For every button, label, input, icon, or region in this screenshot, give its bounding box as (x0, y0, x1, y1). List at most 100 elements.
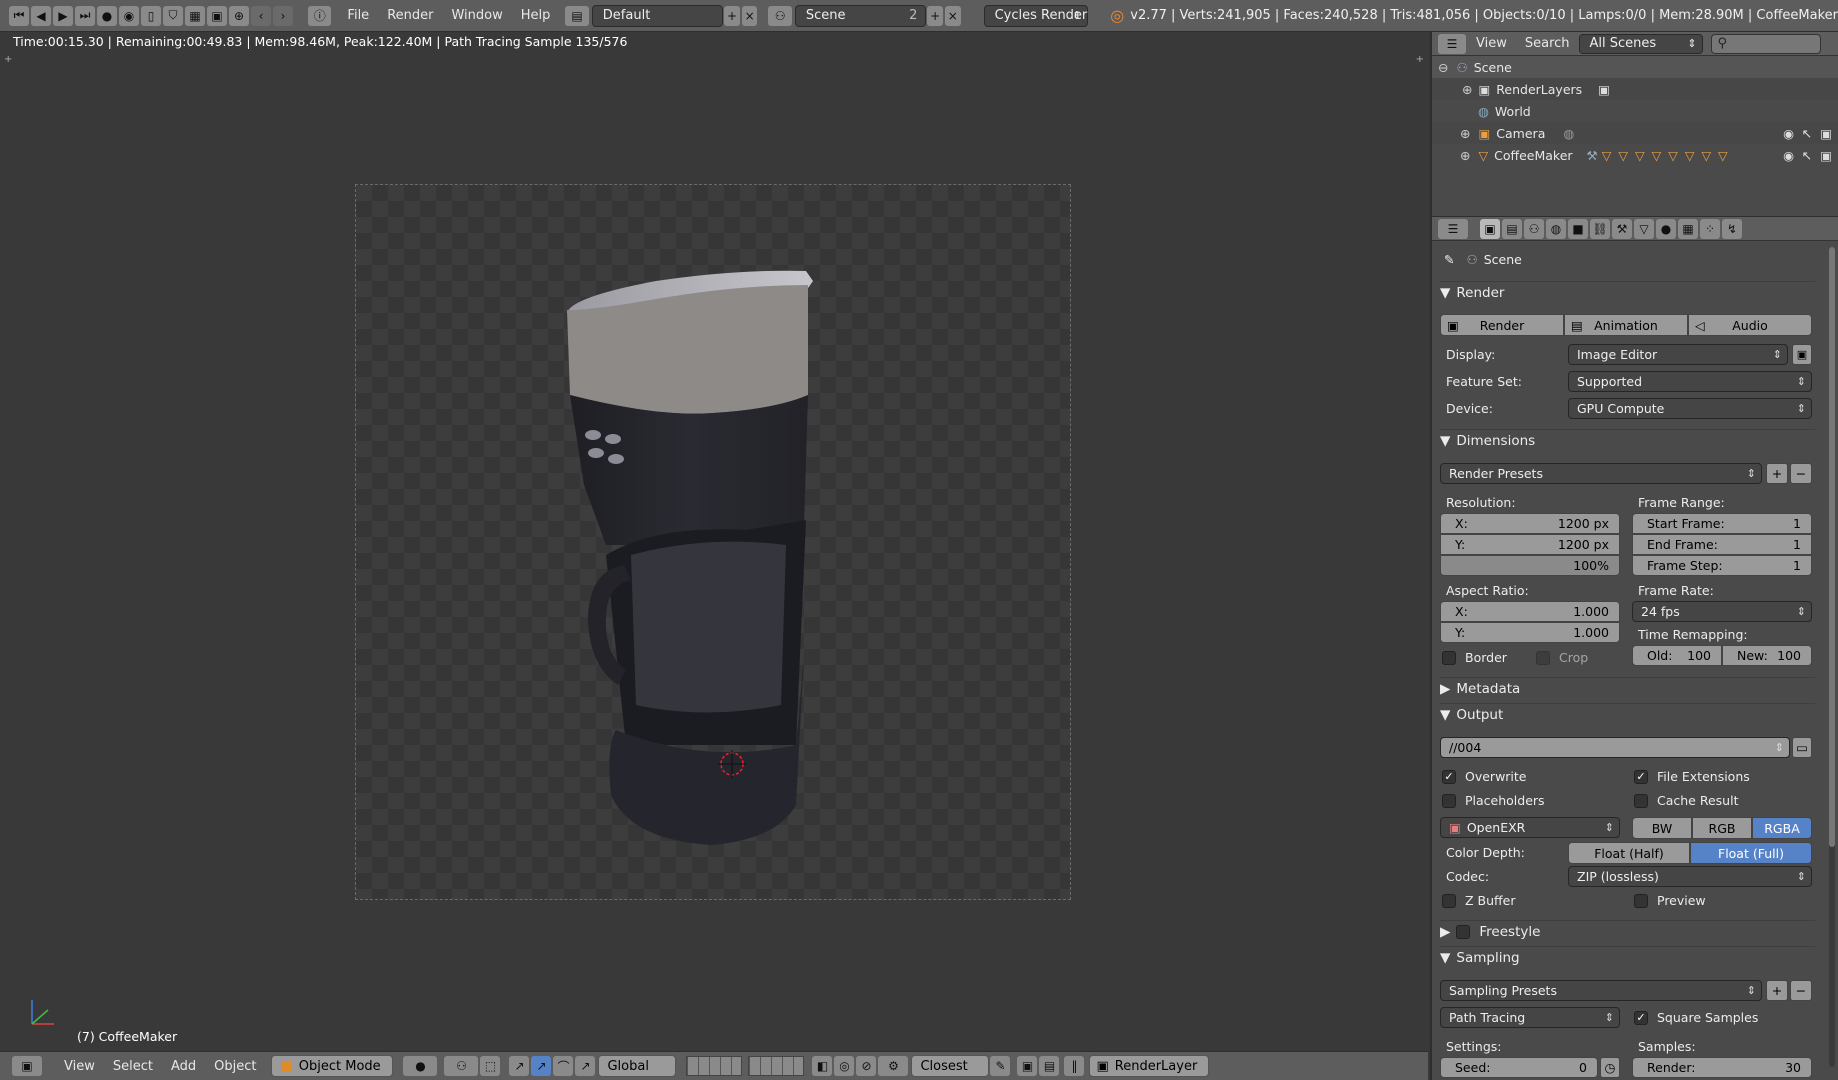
jump-end-icon[interactable]: ⏭ (75, 5, 95, 26)
outliner-search-input[interactable]: ⚲ (1710, 33, 1821, 54)
scene-tab-icon[interactable]: ⚇ (1524, 218, 1544, 239)
render-section-header[interactable]: ▼ Render (1440, 281, 1815, 303)
step-back-icon[interactable]: ◀ (31, 5, 51, 26)
frame-step-field[interactable]: Frame Step: 1 (1632, 555, 1812, 576)
layout-field[interactable]: Default (591, 4, 724, 27)
output-section-header[interactable]: ▼ Output (1440, 703, 1815, 725)
expand-icon[interactable]: ⊕ (1460, 126, 1470, 141)
mode-select[interactable]: ■ Object Mode (271, 1055, 394, 1077)
info-editor-icon[interactable]: ⓘ (308, 5, 332, 26)
border-checkbox[interactable]: Border (1442, 650, 1507, 665)
remap-old-field[interactable]: Old: 100 (1632, 645, 1722, 666)
codec-select[interactable]: ZIP (lossless) (1568, 866, 1812, 887)
outliner-item-scene[interactable]: ⊖ ⚇ Scene (1432, 56, 1838, 78)
select-arrow-icon[interactable]: ↖ (1802, 148, 1812, 163)
zbuffer-checkbox[interactable]: Z Buffer (1442, 893, 1515, 908)
render-layer-select[interactable]: ▣ RenderLayer (1089, 1055, 1210, 1077)
add-scene-icon[interactable]: + (927, 5, 943, 26)
remap-new-field[interactable]: New: 100 (1722, 645, 1812, 666)
menu-help[interactable]: Help (512, 8, 560, 23)
outliner-filter-select[interactable]: All Scenes ⇕ (1578, 33, 1703, 54)
outliner-menu-search[interactable]: Search (1516, 36, 1579, 51)
aspect-y-field[interactable]: Y: 1.000 (1440, 622, 1620, 643)
render-still-icon[interactable]: ▣ (1017, 1056, 1038, 1076)
sampling-section-header[interactable]: ▼ Sampling (1440, 946, 1815, 968)
data-tab-icon[interactable]: ▽ (1634, 218, 1654, 239)
scale-icon[interactable]: ⌒ (553, 1056, 574, 1076)
properties-editor-icon[interactable]: ☰ (1438, 218, 1468, 239)
pivot-icon[interactable]: ⚇ (444, 1056, 479, 1076)
resolution-y-field[interactable]: Y: 1200 px (1440, 534, 1620, 555)
menu-render[interactable]: Render (378, 8, 442, 23)
constraints-tab-icon[interactable]: ⛓ (1590, 218, 1610, 239)
align-icon[interactable]: ✎ (990, 1056, 1011, 1076)
overwrite-checkbox[interactable]: ✓ Overwrite (1442, 769, 1527, 784)
remove-scene-icon[interactable]: × (944, 5, 961, 26)
expand-icon[interactable]: ⊕ (1462, 82, 1472, 97)
menu-add[interactable]: Add (162, 1059, 205, 1074)
snap-element-icon[interactable]: ⚙ (878, 1056, 909, 1076)
move-icon[interactable]: ↗ (575, 1056, 596, 1076)
depth-full-button[interactable]: Float (Full) (1690, 842, 1812, 864)
outliner-editor-icon[interactable]: ☰ (1438, 33, 1466, 54)
aspect-x-field[interactable]: X: 1.000 (1440, 601, 1620, 622)
layers-grid-2[interactable] (748, 1056, 805, 1076)
render-anim-icon[interactable]: ▤ (1039, 1056, 1060, 1076)
render-icon[interactable]: ▣ (207, 5, 227, 26)
menu-window[interactable]: Window (442, 8, 511, 23)
object-tab-icon[interactable]: ■ (1568, 218, 1588, 239)
pause-icon[interactable]: ‖ (1064, 1056, 1085, 1076)
outliner-item-renderlayers[interactable]: ⊕ ▣ RenderLayers ▣ (1432, 78, 1838, 100)
crop-checkbox[interactable]: Crop (1536, 650, 1588, 665)
device-select[interactable]: GPU Compute (1568, 398, 1812, 419)
remove-preset-button[interactable]: − (1790, 463, 1812, 484)
screen-layout-icon[interactable]: ▤ (565, 5, 589, 26)
translate-icon[interactable]: ↗ (509, 1056, 530, 1076)
lock-interface-icon[interactable]: ▣ (1792, 344, 1812, 365)
output-path-input[interactable]: //004 (1440, 737, 1790, 758)
layers-grid[interactable] (686, 1056, 743, 1076)
freestyle-toggle[interactable] (1456, 924, 1471, 939)
preview-checkbox[interactable]: Preview (1634, 893, 1706, 908)
particles-tab-icon[interactable]: ⁘ (1700, 218, 1720, 239)
pin-icon[interactable]: ✎ (1444, 252, 1454, 267)
render-camera-icon[interactable]: ▣ (1820, 126, 1832, 141)
resolution-percent-slider[interactable]: 100% (1440, 555, 1620, 576)
file-extensions-checkbox[interactable]: ✓ File Extensions (1634, 769, 1750, 784)
color-rgba-button[interactable]: RGBA (1752, 817, 1812, 839)
next-icon[interactable]: › (273, 5, 293, 26)
resolution-x-field[interactable]: X: 1200 px (1440, 513, 1620, 534)
proportional-icon[interactable]: ◎ (834, 1056, 855, 1076)
jump-start-icon[interactable]: ⏮ (9, 5, 29, 26)
render-tab-icon[interactable]: ▣ (1480, 218, 1500, 239)
shading-icon[interactable]: ● (403, 1056, 438, 1076)
render-samples-field[interactable]: Render: 30 (1632, 1057, 1812, 1078)
square-samples-checkbox[interactable]: ✓ Square Samples (1634, 1010, 1758, 1025)
scene-field[interactable]: Scene 2 (794, 4, 927, 27)
play-icon[interactable]: ▶ (53, 5, 73, 26)
add-layout-icon[interactable]: + (724, 5, 740, 26)
scene-icon[interactable]: ⚇ (768, 5, 792, 26)
checker-icon[interactable]: ▦ (185, 5, 205, 26)
outliner-item-world[interactable]: ◍ World (1432, 100, 1838, 122)
dimensions-section-header[interactable]: ▼ Dimensions (1440, 429, 1815, 451)
render-presets-select[interactable]: Render Presets (1440, 463, 1762, 484)
menu-object[interactable]: Object (205, 1059, 265, 1074)
physics-tab-icon[interactable]: ↯ (1722, 218, 1742, 239)
visibility-eye-icon[interactable]: ◉ (1783, 126, 1794, 141)
scrollbar-thumb[interactable] (1829, 247, 1835, 847)
manipulator-icon[interactable]: ⬚ (480, 1056, 501, 1076)
animation-button[interactable]: ▤ Animation (1564, 314, 1688, 336)
animated-seed-button[interactable]: ◷ (1600, 1057, 1620, 1078)
texture-tab-icon[interactable]: ▦ (1678, 218, 1698, 239)
feature-set-select[interactable]: Supported (1568, 371, 1812, 392)
keying-icon[interactable]: ◉ (119, 5, 139, 26)
browse-folder-button[interactable]: ▭ (1792, 737, 1812, 758)
frame-rate-select[interactable]: 24 fps (1632, 601, 1812, 622)
outliner-menu-view[interactable]: View (1467, 36, 1516, 51)
audio-button[interactable]: ◁ Audio (1688, 314, 1812, 336)
render-layers-tab-icon[interactable]: ▤ (1502, 218, 1522, 239)
metadata-section-header[interactable]: ▶ Metadata (1440, 677, 1815, 699)
engine-select[interactable]: Cycles Render ⇕ (983, 4, 1089, 27)
expand-icon[interactable]: ⊕ (1460, 148, 1470, 163)
